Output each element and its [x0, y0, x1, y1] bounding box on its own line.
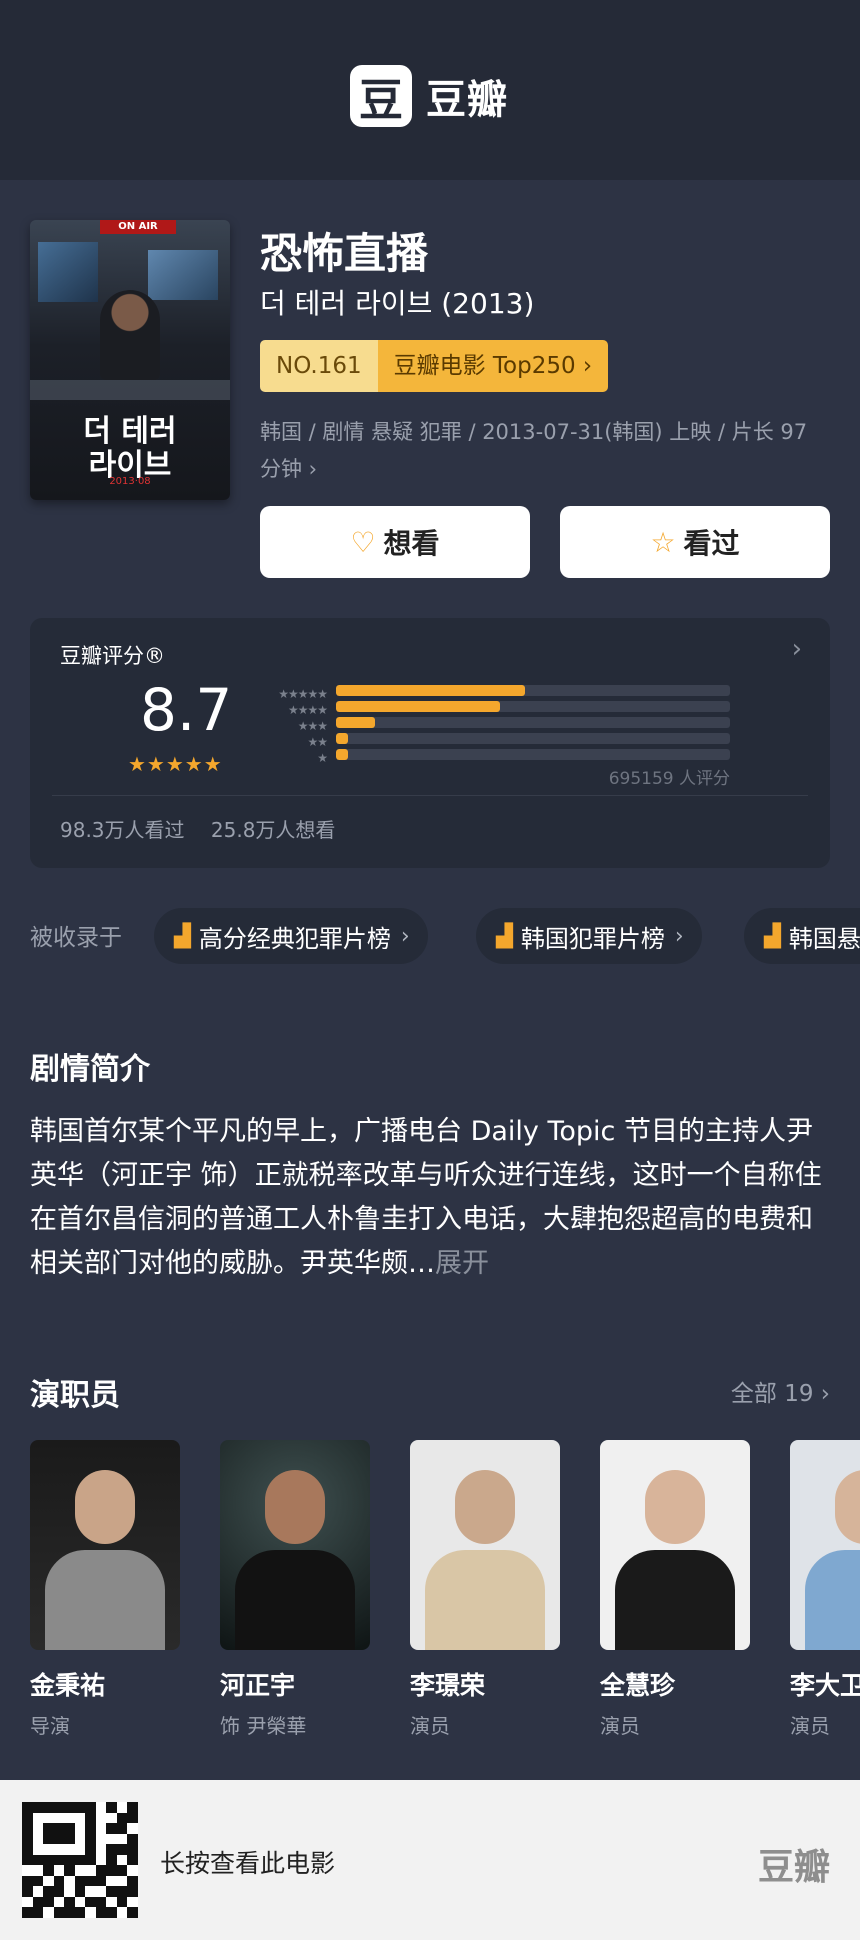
divider — [52, 795, 808, 796]
collections-label: 被收录于 — [30, 925, 122, 951]
cast-photo — [790, 1440, 860, 1650]
movie-original-title: 더 테러 라이브 (2013) — [260, 287, 535, 320]
cast-name: 河正宇 — [220, 1671, 296, 1700]
rating-bar-3 — [336, 717, 730, 728]
share-footer: 长按查看此电影 豆瓣 — [0, 1780, 860, 1940]
rating-bar-2 — [336, 733, 730, 744]
cast-name: 李璟荣 — [410, 1671, 486, 1700]
podium-icon: ▟ — [174, 923, 191, 949]
poster-monitor — [148, 250, 218, 300]
movie-meta[interactable]: 韩国 / 剧情 悬疑 犯罪 / 2013-07-31(韩国) 上映 / 片长 9… — [260, 414, 830, 488]
synopsis-text: 韩国首尔某个平凡的早上，广播电台 Daily Topic 节目的主持人尹英华（河… — [30, 1110, 830, 1286]
chevron-right-icon: › — [400, 923, 410, 949]
rating-score: 8.7 — [140, 676, 233, 744]
rating-bar-fill — [336, 701, 500, 712]
collection-name: 高分经典犯罪片榜 — [198, 924, 391, 953]
collection-chip[interactable]: ▟ 高分经典犯罪片榜 › — [154, 908, 428, 964]
star-row-2: ★★ — [307, 735, 328, 749]
star-icon: ☆ — [650, 525, 676, 559]
seen-count: 98.3万人看过 — [60, 818, 185, 842]
footer-text: 长按查看此电影 — [160, 1849, 336, 1878]
podium-icon: ▟ — [764, 923, 781, 949]
footer-logo: 豆瓣 — [757, 1847, 830, 1888]
synopsis-title: 剧情简介 — [30, 1052, 150, 1087]
heart-plus-icon: ♡ — [350, 525, 376, 559]
douban-logo-icon: 豆 — [350, 65, 412, 127]
movie-poster[interactable]: ON AIR 더 테러 라이브 2013·08 — [30, 220, 230, 500]
cast-name: 全慧珍 — [600, 1671, 676, 1700]
rating-title: 豆瓣评分® — [60, 644, 165, 668]
synopsis-body: 韩国首尔某个平凡的早上，广播电台 Daily Topic 节目的主持人尹英华（河… — [30, 1116, 822, 1279]
rating-bar-4 — [336, 701, 730, 712]
collection-chip[interactable]: ▟ 韩国悬 — [744, 908, 860, 964]
want-count: 25.8万人想看 — [210, 818, 336, 842]
rank-list-link[interactable]: 豆瓣电影 Top250 › — [377, 340, 609, 392]
cast-role: 演员 — [410, 1714, 450, 1738]
star-row-4: ★★★★ — [287, 703, 328, 717]
cast-card[interactable]: 李璟荣 演员 — [410, 1440, 560, 1739]
cast-role: 饰 尹榮華 — [220, 1714, 307, 1738]
movie-title: 恐怖直播 — [260, 229, 429, 278]
rating-bar-fill — [336, 749, 348, 760]
poster-monitor — [38, 242, 98, 302]
cast-name: 金秉祐 — [30, 1671, 106, 1700]
top250-rank-badge[interactable]: NO.161 豆瓣电影 Top250 › — [260, 340, 609, 392]
expand-link[interactable]: 展开 — [435, 1248, 489, 1279]
cast-photo — [410, 1440, 560, 1650]
rating-bar-fill — [336, 717, 376, 728]
rating-bar-fill — [336, 685, 526, 696]
star-level-labels: ★★★★★ ★★★★ ★★★ ★★ ★ — [255, 686, 328, 766]
douban-logo[interactable]: 豆 豆瓣 — [350, 65, 508, 127]
watch-stats: 98.3万人看过 25.8万人想看 — [60, 814, 335, 843]
watched-button[interactable]: ☆ 看过 — [560, 506, 830, 578]
poster-on-air-badge: ON AIR — [100, 220, 176, 234]
chevron-right-icon[interactable]: › — [792, 634, 802, 664]
star-row-3: ★★★ — [297, 719, 328, 733]
star-row-5: ★★★★★ — [278, 687, 328, 701]
chevron-right-icon: › — [674, 923, 684, 949]
rating-bar-1 — [336, 749, 730, 760]
cast-card[interactable]: 河正宇 饰 尹榮華 — [220, 1440, 370, 1739]
collection-name: 韩国犯罪片榜 — [520, 924, 665, 953]
poster-figure — [100, 290, 160, 380]
rating-card[interactable]: 豆瓣评分® › 8.7 ★★★★★ ★★★★★ ★★★★ ★★★ ★★ ★ 69… — [30, 618, 830, 868]
cast-card[interactable]: 李大卫 演员 — [790, 1440, 860, 1739]
poster-date: 2013·08 — [109, 476, 151, 487]
cast-photo — [220, 1440, 370, 1650]
rating-count: 695159 人评分 — [608, 769, 730, 789]
cast-photo — [600, 1440, 750, 1650]
cast-card[interactable]: 金秉祐 导演 — [30, 1440, 180, 1739]
cast-all-link[interactable]: 全部 19 › — [731, 1374, 830, 1408]
top-bar: 豆 豆瓣 — [0, 0, 860, 180]
cast-photo — [30, 1440, 180, 1650]
cast-card[interactable]: 全慧珍 演员 — [600, 1440, 750, 1739]
collection-name: 韩国悬 — [788, 924, 860, 953]
star-row-1: ★ — [317, 751, 328, 765]
rating-distribution — [336, 685, 730, 765]
poster-desk — [30, 380, 230, 400]
cast-role: 演员 — [790, 1714, 830, 1738]
cast-title: 演职员 — [30, 1378, 120, 1413]
cast-role: 演员 — [600, 1714, 640, 1738]
seen-label: 看过 — [683, 527, 740, 560]
douban-logo-text: 豆瓣 — [426, 77, 508, 123]
want-to-watch-button[interactable]: ♡ 想看 — [260, 506, 530, 578]
want-label: 想看 — [383, 527, 440, 560]
podium-icon: ▟ — [496, 923, 513, 949]
rating-bar-fill — [336, 733, 348, 744]
cast-role: 导演 — [30, 1714, 70, 1738]
collection-chip[interactable]: ▟ 韩国犯罪片榜 › — [476, 908, 702, 964]
cast-name: 李大卫 — [790, 1671, 860, 1700]
rating-stars: ★★★★★ — [128, 752, 223, 776]
rating-bar-5 — [336, 685, 730, 696]
qr-code-icon[interactable] — [22, 1802, 138, 1918]
poster-title: 더 테러 라이브 — [83, 414, 177, 483]
rank-number: NO.161 — [260, 340, 378, 392]
